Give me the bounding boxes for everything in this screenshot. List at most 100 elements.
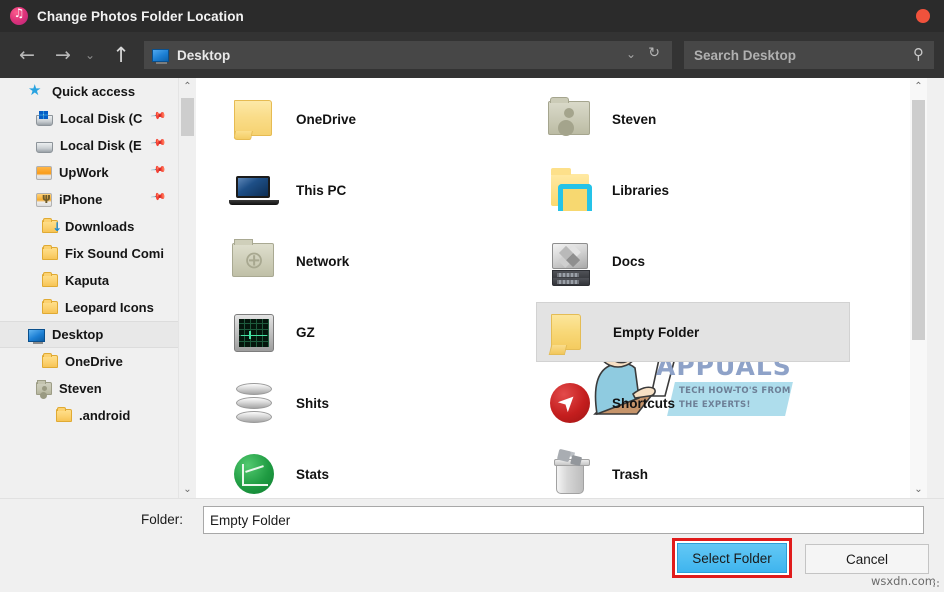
sidebar-item-desktop[interactable]: Desktop <box>0 321 178 348</box>
sidebar-item-iphone[interactable]: iPhone 📌 <box>0 186 178 213</box>
site-watermark: wsxdn.com <box>870 574 936 588</box>
file-list[interactable]: APPUALS TECH HOW-TO'S FROM THE EXPERTS! … <box>196 78 910 498</box>
file-item-label: This PC <box>296 182 347 198</box>
sidebar[interactable]: Quick access Local Disk (C 📌 Local Disk (E 📌… <box>0 78 178 498</box>
database-icon <box>230 379 278 427</box>
sidebar-item-leopard-icons[interactable]: Leopard Icons <box>0 294 178 321</box>
sidebar-item-label: iPhone <box>59 192 103 207</box>
resize-grip[interactable] <box>932 580 941 589</box>
search-input[interactable] <box>694 47 904 63</box>
pin-icon[interactable]: 📌 <box>149 108 166 124</box>
sidebar-item-label: Leopard Icons <box>65 300 154 315</box>
network-folder-icon <box>230 237 278 285</box>
sidebar-item-quick-access[interactable]: Quick access <box>0 78 178 105</box>
file-item[interactable]: Trash <box>536 444 850 498</box>
back-button[interactable]: ← <box>12 40 42 70</box>
scroll-up-arrow-icon[interactable]: ⌃ <box>910 78 927 95</box>
file-item[interactable]: Docs <box>536 231 850 291</box>
sidebar-item-upwork[interactable]: UpWork 📌 <box>0 159 178 186</box>
sidebar-item-label: Fix Sound Comi <box>65 246 164 261</box>
sidebar-item-fix-sound-comi[interactable]: Fix Sound Comi <box>0 240 178 267</box>
sidebar-scrollbar[interactable]: ⌃ ⌄ <box>178 78 195 498</box>
folder-download-icon <box>42 218 62 234</box>
file-list-scroll-thumb[interactable] <box>912 100 925 340</box>
laptop-glyph <box>229 176 279 205</box>
file-item[interactable]: Steven <box>536 89 850 149</box>
rocket-glyph <box>550 383 590 423</box>
breadcrumb[interactable]: Desktop <box>177 48 230 63</box>
file-item-label: Trash <box>612 466 649 482</box>
harddrive-glyph <box>552 243 590 286</box>
sidebar-item-local-disk-e[interactable]: Local Disk (E 📌 <box>0 132 178 159</box>
forward-button[interactable]: → <box>48 40 78 70</box>
file-item-label: Steven <box>612 111 657 127</box>
file-item-label: Docs <box>612 253 646 269</box>
laptop-icon <box>229 166 279 214</box>
file-item[interactable]: Libraries <box>536 160 850 220</box>
scroll-down-arrow-icon[interactable]: ⌄ <box>910 481 927 498</box>
sidebar-item-local-disk-c[interactable]: Local Disk (C 📌 <box>0 105 178 132</box>
ecg-monitor-glyph <box>234 314 274 352</box>
select-folder-highlight: Select Folder <box>672 538 792 578</box>
address-bar[interactable]: Desktop ⌄ ↻ <box>144 41 672 69</box>
file-item-label: Empty Folder <box>613 324 700 340</box>
disk-icon <box>36 141 53 153</box>
folder-glyph <box>551 314 581 350</box>
file-item[interactable]: Shortcuts <box>536 373 850 433</box>
file-item-label: Shits <box>296 395 330 411</box>
scroll-down-arrow-icon[interactable]: ⌄ <box>179 481 196 498</box>
file-item[interactable]: Stats <box>220 444 536 498</box>
database-glyph <box>236 383 272 425</box>
cancel-button[interactable]: Cancel <box>805 544 929 574</box>
star-icon <box>28 81 45 99</box>
file-item[interactable]: Network <box>220 231 536 291</box>
folder-field-label: Folder: <box>141 512 184 527</box>
chevron-down-icon[interactable]: ⌄ <box>626 47 636 61</box>
rocket-circle-icon <box>546 379 594 427</box>
sidebar-item-downloads[interactable]: Downloads <box>0 213 178 240</box>
sidebar-item-label: Kaputa <box>65 273 110 288</box>
search-icon[interactable]: ⚲ <box>913 45 924 63</box>
monitor-ecg-icon <box>230 308 278 356</box>
refresh-icon[interactable]: ↻ <box>648 45 660 61</box>
file-item-label: OneDrive <box>296 111 357 127</box>
file-list-scrollbar[interactable]: ⌃ ⌄ <box>910 78 927 498</box>
file-item[interactable]: This PC <box>220 160 536 220</box>
file-item-selected[interactable]: Empty Folder <box>536 302 850 362</box>
user-folder-icon <box>546 95 594 143</box>
libraries-glyph <box>551 168 592 211</box>
up-button[interactable]: ↑ <box>106 40 136 70</box>
title-bar: Change Photos Folder Location <box>0 0 944 32</box>
recent-locations-chevron-icon[interactable]: ⌄ <box>80 40 100 70</box>
close-icon[interactable] <box>916 9 930 23</box>
chart-circle-icon <box>230 450 278 498</box>
folder-input[interactable] <box>203 506 924 534</box>
file-item[interactable]: GZ <box>220 302 536 362</box>
file-item[interactable]: OneDrive <box>220 89 536 149</box>
sidebar-item-label: OneDrive <box>65 354 123 369</box>
trash-glyph <box>554 459 590 494</box>
scroll-up-arrow-icon[interactable]: ⌃ <box>179 78 196 95</box>
select-folder-button[interactable]: Select Folder <box>677 543 787 573</box>
folder-icon <box>42 272 58 287</box>
network-folder-glyph <box>232 239 274 277</box>
pin-icon[interactable]: 📌 <box>149 189 166 205</box>
file-item-label: Stats <box>296 466 330 482</box>
libraries-icon <box>546 166 594 214</box>
itunes-music-note-icon <box>10 6 28 25</box>
sidebar-item-label: Downloads <box>65 219 135 234</box>
pin-icon[interactable]: 📌 <box>149 135 166 151</box>
pin-icon[interactable]: 📌 <box>149 162 166 178</box>
file-item[interactable]: Shits <box>220 373 536 433</box>
sidebar-item-label: .android <box>79 408 131 423</box>
sidebar-item-android[interactable]: .android <box>0 402 178 429</box>
desktop-monitor-icon <box>152 48 169 64</box>
folder-icon <box>230 95 278 143</box>
folder-icon <box>42 353 58 368</box>
sidebar-item-steven[interactable]: Steven <box>0 375 178 402</box>
search-box[interactable]: ⚲ <box>684 41 934 69</box>
sidebar-item-kaputa[interactable]: Kaputa <box>0 267 178 294</box>
sidebar-item-onedrive[interactable]: OneDrive <box>0 348 178 375</box>
sidebar-item-label: Local Disk (C <box>60 111 143 126</box>
sidebar-scroll-thumb[interactable] <box>181 98 194 136</box>
